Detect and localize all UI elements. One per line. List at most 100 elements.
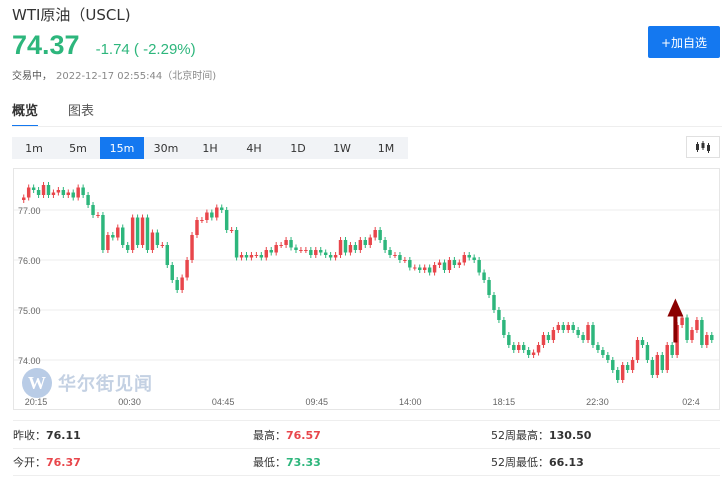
candle-body [259, 255, 264, 258]
candle-body [363, 240, 368, 245]
candle-body [507, 335, 511, 345]
candle-body [269, 250, 273, 253]
candle-body [229, 230, 234, 231]
candle-body [36, 190, 41, 195]
candle-body [121, 227, 125, 245]
trading-status: 交易中， 2022-12-17 02:55:44（北京时间) [12, 67, 216, 82]
candle-body [180, 277, 184, 290]
candle-body [556, 325, 561, 330]
candle-body [51, 192, 56, 195]
candle-body [695, 320, 699, 330]
instrument-title: WTI原油（USCL) [12, 6, 131, 24]
candle-body [220, 207, 224, 210]
candle-body [239, 255, 244, 258]
candle-body [195, 220, 199, 235]
candle-body [437, 262, 442, 265]
range-1month[interactable]: 1M [364, 137, 408, 159]
candle-body [586, 325, 590, 340]
watermark-logo-icon: W [22, 368, 52, 398]
candle-body [521, 345, 526, 350]
candle-body [215, 207, 219, 218]
tab-overview[interactable]: 概览 [12, 100, 39, 127]
candle-body [160, 245, 165, 246]
candle-body [289, 240, 293, 248]
candle-body [368, 237, 372, 245]
annotation-arrow-head [667, 298, 684, 317]
candle-body [710, 335, 714, 340]
range-5m[interactable]: 5m [56, 137, 100, 159]
stat-open: 今开：76.37 [13, 456, 81, 469]
candle-body [299, 250, 303, 251]
candle-body [581, 335, 585, 340]
y-tick-label: 74.00 [18, 356, 41, 366]
range-1m[interactable]: 1m [12, 137, 56, 159]
candle-body [91, 205, 95, 215]
add-to-watchlist-button[interactable]: +加自选 [648, 26, 720, 58]
candle-body [408, 260, 412, 268]
stat-high: 最高：76.57 [253, 428, 321, 442]
x-tick-label: 22:30 [586, 397, 609, 407]
y-tick-label: 76.00 [18, 256, 41, 266]
candle-body [546, 335, 551, 340]
candle-body [125, 245, 130, 250]
candle-body [670, 345, 674, 355]
candle-body [96, 215, 100, 216]
range-1h[interactable]: 1H [188, 137, 232, 159]
price-change: -1.74 ( -2.29%) [95, 41, 196, 58]
candle-body [611, 360, 615, 370]
y-tick-label: 75.00 [18, 306, 41, 316]
candle-body [566, 325, 570, 330]
candle-body [254, 255, 259, 256]
candle-body [665, 345, 669, 370]
candle-body [447, 260, 452, 270]
candle-body [111, 235, 115, 238]
candle-body [66, 192, 71, 195]
candle-body [497, 310, 501, 320]
candle-body [388, 250, 392, 255]
candlestick-icon [696, 141, 710, 153]
candle-body [442, 262, 447, 270]
candle-body [328, 255, 333, 258]
candle-body [41, 185, 46, 195]
candle-body [249, 255, 254, 258]
range-1d[interactable]: 1D [276, 137, 320, 159]
candle-body [378, 230, 382, 240]
candle-body [150, 232, 155, 250]
stat-52w-low: 52周最低：66.13 [491, 456, 584, 469]
candle-body [432, 265, 437, 273]
candle-body [348, 245, 353, 253]
range-1w[interactable]: 1W [320, 137, 364, 159]
candle-body [616, 370, 620, 380]
candle-body [526, 350, 531, 355]
candle-body [46, 185, 51, 195]
candle-body [398, 255, 402, 260]
update-timestamp: 2022-12-17 02:55:44（北京时间) [56, 71, 217, 82]
tab-chart[interactable]: 图表 [68, 100, 94, 127]
candle-body [274, 245, 278, 253]
candle-body [645, 345, 650, 360]
candle-body [517, 345, 521, 350]
tab-divider [12, 126, 722, 127]
candle-body [200, 220, 204, 221]
x-tick-label: 18:15 [493, 397, 516, 407]
candle-body [413, 267, 417, 269]
candle-body [635, 340, 640, 360]
price-row: 74.37 -1.74 ( -2.29%) [12, 30, 196, 61]
chart-type-button[interactable] [686, 136, 720, 158]
candle-body [531, 352, 536, 355]
candle-body [314, 250, 318, 255]
range-4h[interactable]: 4H [232, 137, 276, 159]
candle-body [462, 255, 467, 263]
candle-body [512, 345, 516, 350]
candle-body [338, 240, 343, 255]
stat-low: 最低：73.33 [253, 456, 321, 469]
candle-body [224, 210, 229, 230]
candle-body [472, 257, 476, 260]
candle-body [620, 365, 625, 380]
candle-body [304, 250, 308, 251]
candle-body [536, 345, 541, 353]
candle-body [71, 192, 75, 198]
range-15m[interactable]: 15m [100, 137, 144, 159]
candle-body [576, 330, 580, 335]
range-30m[interactable]: 30m [144, 137, 188, 159]
